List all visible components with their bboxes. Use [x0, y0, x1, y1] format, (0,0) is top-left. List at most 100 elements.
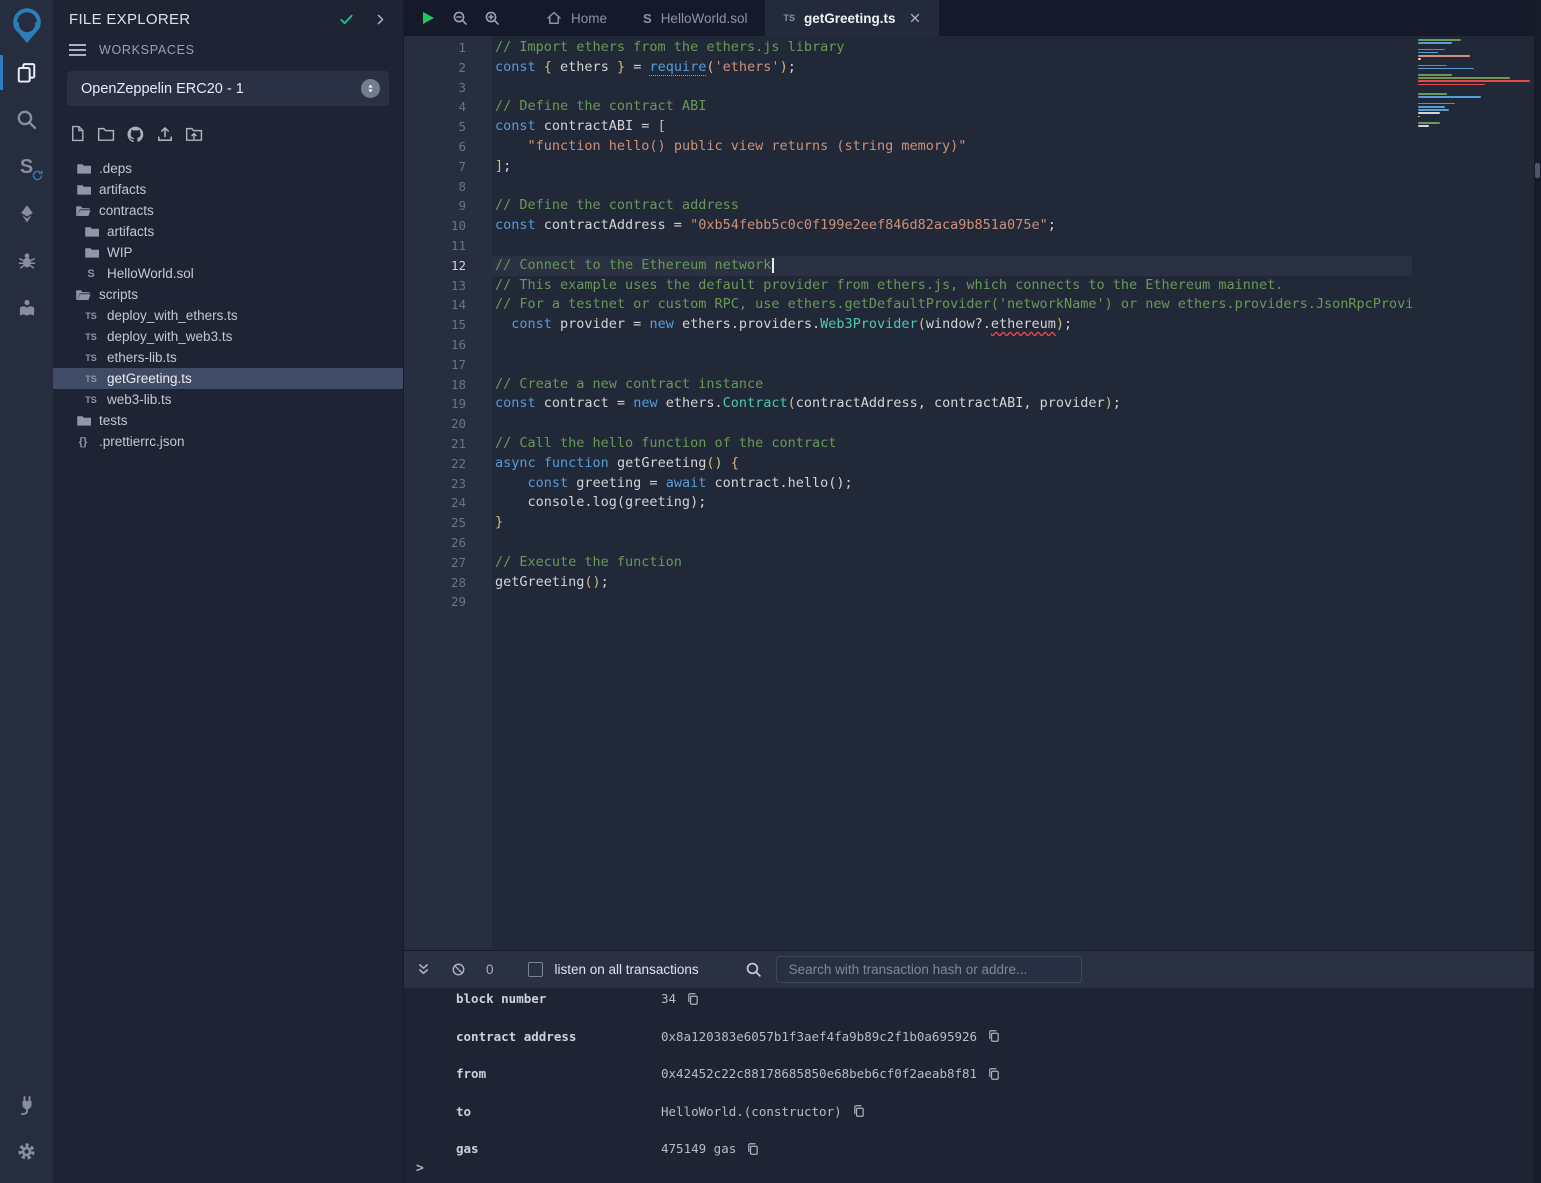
copy-icon[interactable]	[987, 1067, 1001, 1081]
terminal-row-gas: gas475149 gas	[404, 1130, 1541, 1168]
file-row-ethers-lib.ts[interactable]: TSethers-lib.ts	[53, 347, 403, 368]
file-icon-ts: TS	[83, 311, 99, 321]
search-icon[interactable]	[0, 96, 53, 143]
file-row-WIP[interactable]: WIP	[53, 242, 403, 263]
copy-icon[interactable]	[686, 992, 700, 1006]
editor-area: HomeSHelloWorld.solTSgetGreeting.ts 1234…	[403, 0, 1541, 1183]
line-number: 28	[404, 573, 492, 593]
minimap-line	[1418, 116, 1420, 118]
line-number: 29	[404, 592, 492, 612]
tab-label: getGreeting.ts	[804, 11, 896, 26]
terminal-prompt[interactable]: >	[416, 1161, 424, 1176]
deploy-run-icon[interactable]	[0, 190, 53, 237]
upload-file-icon[interactable]	[156, 125, 174, 144]
file-label: HelloWorld.sol	[107, 266, 194, 281]
text-cursor	[772, 258, 774, 273]
new-file-icon[interactable]	[69, 125, 86, 144]
tab-getGreeting.ts[interactable]: TS getGreeting.ts	[765, 0, 938, 36]
zoom-out-icon[interactable]	[452, 10, 468, 26]
zoom-in-icon[interactable]	[484, 10, 500, 26]
file-row-deploy_with_web3.ts[interactable]: TSdeploy_with_web3.ts	[53, 326, 403, 347]
icon-sidebar-top: S	[0, 2, 53, 331]
terminal-search-input[interactable]	[776, 956, 1082, 983]
code-content[interactable]: // Import ethers from the ethers.js libr…	[492, 36, 1412, 950]
copy-icon[interactable]	[852, 1104, 866, 1118]
chevron-right-icon[interactable]	[374, 13, 387, 26]
remix-logo-icon[interactable]	[0, 2, 53, 49]
run-script-icon[interactable]	[420, 10, 436, 26]
minimap-line	[1418, 93, 1447, 95]
code-line: const { ethers } = require('ethers');	[492, 58, 1412, 78]
code-line: // This example uses the default provide…	[492, 276, 1412, 296]
minimap-line	[1418, 74, 1452, 76]
minimap-line	[1418, 77, 1510, 79]
listen-transactions-checkbox[interactable]	[528, 962, 543, 977]
value-text: 0x42452c22c88178685850e68beb6cf0f2aeab8f…	[661, 1066, 977, 1081]
terminal-row-value: 0x42452c22c88178685850e68beb6cf0f2aeab8f…	[661, 1066, 1001, 1081]
settings-gear-icon[interactable]	[0, 1128, 53, 1175]
file-row-HelloWorld.sol[interactable]: SHelloWorld.sol	[53, 263, 403, 284]
file-row-tests[interactable]: tests	[53, 410, 403, 431]
code-line: const contract = new ethers.Contract(con…	[492, 394, 1412, 414]
line-number: 20	[404, 414, 492, 434]
tab-label: HelloWorld.sol	[661, 11, 748, 26]
tab-close-icon[interactable]	[909, 12, 921, 24]
file-icon-folder	[75, 182, 91, 197]
open-tabs: HomeSHelloWorld.sol TS getGreeting.ts	[528, 0, 939, 36]
terminal-row-label: gas	[456, 1141, 661, 1156]
learneth-icon[interactable]	[0, 284, 53, 331]
file-row-.deps[interactable]: .deps	[53, 158, 403, 179]
code-line	[492, 414, 1412, 434]
scrollbar-track[interactable]	[1534, 0, 1541, 1183]
minimap[interactable]	[1418, 36, 1530, 146]
minimap-line	[1418, 112, 1440, 114]
new-folder-icon[interactable]	[97, 125, 115, 144]
value-text: 475149 gas	[661, 1141, 736, 1156]
line-number: 11	[404, 236, 492, 256]
scrollbar-thumb[interactable]	[1535, 163, 1540, 178]
file-explorer-icon[interactable]	[0, 49, 53, 96]
workspaces-label: WORKSPACES	[99, 43, 195, 57]
code-line: // Import ethers from the ethers.js libr…	[492, 38, 1412, 58]
upload-folder-icon[interactable]	[185, 125, 203, 144]
code-line: getGreeting();	[492, 573, 1412, 593]
file-label: deploy_with_ethers.ts	[107, 308, 238, 323]
file-row-artifacts[interactable]: artifacts	[53, 179, 403, 200]
plugin-manager-icon[interactable]	[0, 1081, 53, 1128]
tab-Home[interactable]: Home	[528, 0, 625, 36]
line-number: 16	[404, 335, 492, 355]
debugger-icon[interactable]	[0, 237, 53, 284]
file-label: scripts	[99, 287, 138, 302]
line-number: 1	[404, 38, 492, 58]
code-editor[interactable]: 1234567891011121314151617181920212223242…	[404, 36, 1541, 950]
file-label: WIP	[107, 245, 133, 260]
clone-github-icon[interactable]	[126, 125, 145, 144]
file-row-web3-lib.ts[interactable]: TSweb3-lib.ts	[53, 389, 403, 410]
workspace-updown-icon[interactable]	[361, 79, 380, 98]
clear-console-icon[interactable]	[451, 962, 466, 977]
file-row-getGreeting.ts[interactable]: TSgetGreeting.ts	[53, 368, 403, 389]
file-label: artifacts	[99, 182, 146, 197]
copy-icon[interactable]	[987, 1029, 1001, 1043]
file-row-scripts[interactable]: scripts	[53, 284, 403, 305]
file-row-artifacts[interactable]: artifacts	[53, 221, 403, 242]
minimap-line	[1418, 103, 1455, 105]
minimap-line	[1418, 106, 1445, 108]
terminal-row-value: 0x8a120383e6057b1f3aef4fa9b89c2f1b0a6959…	[661, 1029, 1001, 1044]
file-row-.prettierrc.json[interactable]: {}.prettierrc.json	[53, 431, 403, 452]
terminal-row-label: from	[456, 1066, 661, 1081]
copy-icon[interactable]	[746, 1142, 760, 1156]
minimap-line	[1418, 55, 1470, 57]
code-line	[492, 78, 1412, 98]
file-row-contracts[interactable]: contracts	[53, 200, 403, 221]
terminal-collapse-icon[interactable]	[416, 962, 431, 977]
tab-HelloWorld.sol[interactable]: SHelloWorld.sol	[625, 0, 765, 36]
workspace-select[interactable]: OpenZeppelin ERC20 - 1	[67, 71, 389, 106]
minimap-line	[1418, 84, 1485, 86]
workspaces-menu-icon[interactable]	[69, 44, 86, 56]
minimap-line	[1418, 109, 1449, 111]
icon-sidebar-bottom	[0, 1081, 53, 1175]
file-row-deploy_with_ethers.ts[interactable]: TS deploy_with_ethers.ts	[53, 305, 403, 326]
tab-icon-ts: TS	[783, 13, 795, 23]
solidity-compiler-icon[interactable]: S	[0, 143, 53, 190]
